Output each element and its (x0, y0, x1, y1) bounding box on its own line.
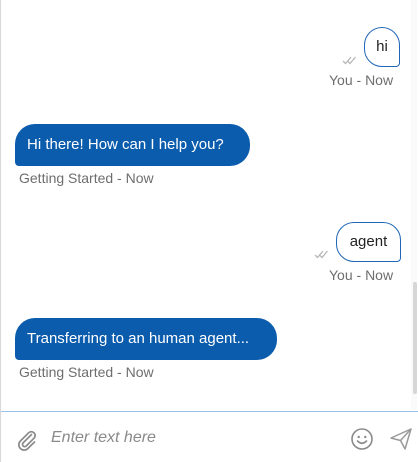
user-message-bubble: agent (336, 222, 401, 262)
read-receipt-icon (342, 52, 358, 65)
message-meta: You - Now (329, 72, 394, 88)
message-list[interactable]: hi You - Now Hi there! How can I help yo… (1, 0, 411, 410)
bot-message-bubble: Hi there! How can I help you? (15, 124, 250, 166)
message-meta: You - Now (329, 267, 394, 283)
paperclip-icon[interactable] (15, 428, 39, 452)
smiley-icon[interactable] (350, 427, 374, 451)
message-composer (1, 411, 418, 462)
message-text: Hi there! How can I help you? (27, 136, 224, 153)
send-icon[interactable] (389, 427, 413, 451)
message-meta: Getting Started - Now (19, 170, 154, 186)
message-text: Transferring to an human agent... (27, 330, 250, 347)
message-meta: Getting Started - Now (19, 364, 154, 380)
bot-message-bubble: Transferring to an human agent... (15, 318, 277, 360)
user-message-bubble: hi (364, 27, 400, 67)
chat-window: hi You - Now Hi there! How can I help yo… (0, 0, 418, 462)
message-input[interactable] (51, 426, 331, 450)
scrollbar[interactable] (411, 0, 417, 410)
message-text: agent (349, 233, 388, 250)
read-receipt-icon (314, 246, 330, 259)
scrollbar-thumb[interactable] (413, 282, 417, 394)
message-text: hi (376, 38, 388, 55)
